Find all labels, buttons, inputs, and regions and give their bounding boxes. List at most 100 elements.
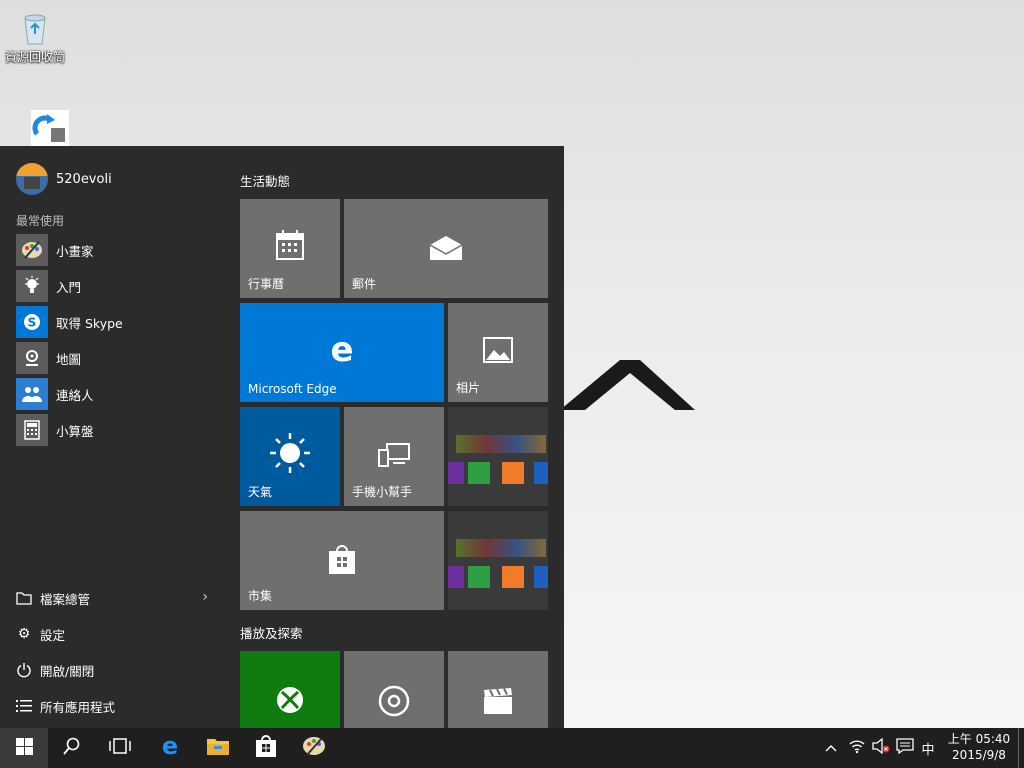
folder-icon	[206, 736, 230, 761]
user-account[interactable]: 520evoli	[16, 162, 112, 196]
volume-button[interactable]	[870, 728, 892, 768]
gear-icon: ⚙	[17, 626, 31, 642]
list-icon	[16, 698, 32, 714]
folder-icon	[16, 590, 32, 606]
clapperboard-icon	[448, 687, 548, 718]
tile-xbox[interactable]	[240, 651, 340, 728]
app-thumb	[534, 566, 548, 588]
edge-icon: e	[158, 732, 182, 763]
app-item-paint[interactable]: 小畫家	[16, 234, 224, 266]
tile-store-live-2[interactable]	[448, 511, 548, 610]
tile-label: 市集	[248, 589, 273, 603]
taskbar-edge[interactable]: e	[146, 728, 194, 768]
tile-weather[interactable]: 天氣	[240, 407, 340, 506]
windows-logo-icon	[15, 737, 33, 759]
recycle-bin-icon	[17, 10, 53, 46]
app-item-skype[interactable]: S 取得 Skype	[16, 306, 224, 338]
show-desktop-button[interactable]	[1018, 728, 1024, 768]
app-item-label: 取得 Skype	[56, 315, 123, 331]
most-used-label: 最常使用	[16, 214, 65, 228]
taskbar-clock[interactable]: 上午 05:40 2015/9/8	[940, 731, 1018, 763]
search-icon	[63, 737, 81, 760]
calendar-icon	[240, 229, 340, 264]
taskbar: e 中 上午 05:40 2015/9/8	[0, 728, 1024, 768]
start-menu-left-column: 520evoli 最常使用 小畫家 入門 S 取得 Skype 地圖 連絡人 小…	[0, 146, 224, 728]
chevron-up-icon	[825, 741, 837, 756]
tile-phone-companion[interactable]: 手機小幫手	[344, 407, 444, 506]
phone-companion-icon	[344, 443, 444, 470]
tile-movies-tv[interactable]	[448, 651, 548, 728]
group-label-life: 生活動態	[240, 174, 291, 189]
app-item-label: 入門	[56, 279, 82, 295]
app-item-calculator[interactable]: 小算盤	[16, 414, 224, 446]
xbox-icon	[240, 685, 340, 718]
task-view-button[interactable]	[96, 728, 144, 768]
tile-photos[interactable]: 相片	[448, 303, 548, 402]
store-bag-icon	[240, 543, 444, 578]
wallpaper-logo	[560, 360, 695, 410]
user-name: 520evoli	[56, 171, 112, 187]
file-explorer-item[interactable]: 檔案總管 ›	[16, 580, 216, 616]
app-thumb	[502, 462, 524, 484]
tile-calendar[interactable]: 行事曆	[240, 199, 340, 298]
clock-date: 2015/9/8	[952, 748, 1006, 762]
app-thumb-strip	[456, 539, 546, 557]
lightbulb-icon	[16, 270, 48, 302]
app-item-label: 小算盤	[56, 423, 94, 439]
taskbar-store[interactable]	[242, 728, 290, 768]
skype-icon: S	[16, 306, 48, 338]
calculator-icon	[16, 414, 48, 446]
taskbar-file-explorer[interactable]	[194, 728, 242, 768]
tile-mail[interactable]: 郵件	[344, 199, 548, 298]
svg-text:e: e	[162, 734, 178, 758]
app-thumb	[468, 566, 490, 588]
tile-label: 相片	[456, 381, 481, 395]
network-button[interactable]	[846, 728, 868, 768]
search-button[interactable]	[48, 728, 96, 768]
app-item-people[interactable]: 連絡人	[16, 378, 224, 410]
desktop-icon-recycle-bin[interactable]: 資源回收筒	[0, 10, 70, 65]
power-label: 開啟/關閉	[40, 663, 95, 679]
desktop-icon-label: 資源回收筒	[4, 50, 65, 64]
start-menu: 520evoli 最常使用 小畫家 入門 S 取得 Skype 地圖 連絡人 小…	[0, 146, 564, 728]
chevron-right-icon[interactable]: ›	[202, 589, 208, 605]
app-thumb	[448, 566, 464, 588]
photos-icon	[448, 337, 548, 366]
power-item[interactable]: 開啟/關閉	[16, 652, 216, 688]
clock-time: 上午 05:40	[947, 732, 1011, 746]
settings-label: 設定	[40, 627, 66, 643]
tile-label: 天氣	[248, 485, 273, 499]
taskbar-paint[interactable]	[290, 728, 338, 768]
power-icon	[16, 662, 32, 678]
start-menu-bottom-list: 檔案總管 › ⚙ 設定 開啟/關閉 所有應用程式	[16, 580, 216, 724]
edge-icon: e	[240, 330, 444, 370]
tile-label: 行事曆	[248, 277, 285, 291]
action-center-button[interactable]	[894, 728, 916, 768]
paint-icon	[16, 234, 48, 266]
all-apps-item[interactable]: 所有應用程式	[16, 688, 216, 724]
ime-label: 中	[921, 742, 935, 758]
tile-label: Microsoft Edge	[248, 382, 337, 396]
store-bag-icon	[255, 734, 277, 763]
paint-icon	[302, 735, 326, 762]
notification-icon	[896, 738, 914, 758]
tile-edge[interactable]: e Microsoft Edge	[240, 303, 444, 402]
app-item-label: 地圖	[56, 351, 82, 367]
mail-icon	[344, 235, 548, 264]
app-item-get-started[interactable]: 入門	[16, 270, 224, 302]
tile-store-live-1[interactable]	[448, 407, 548, 506]
app-thumb	[502, 566, 524, 588]
app-thumb	[468, 462, 490, 484]
show-hidden-icons-button[interactable]	[822, 728, 840, 768]
app-thumb	[448, 462, 464, 484]
music-disc-icon	[344, 685, 444, 720]
tile-groove-music[interactable]	[344, 651, 444, 728]
input-method-indicator[interactable]: 中	[918, 728, 938, 768]
desktop-icon-shortcut[interactable]	[4, 110, 74, 148]
app-item-label: 小畫家	[56, 243, 94, 259]
start-button[interactable]	[0, 728, 48, 768]
app-item-maps[interactable]: 地圖	[16, 342, 224, 374]
most-used-list: 小畫家 入門 S 取得 Skype 地圖 連絡人 小算盤	[16, 234, 224, 450]
settings-item[interactable]: ⚙ 設定	[16, 616, 216, 652]
tile-store[interactable]: 市集	[240, 511, 444, 610]
